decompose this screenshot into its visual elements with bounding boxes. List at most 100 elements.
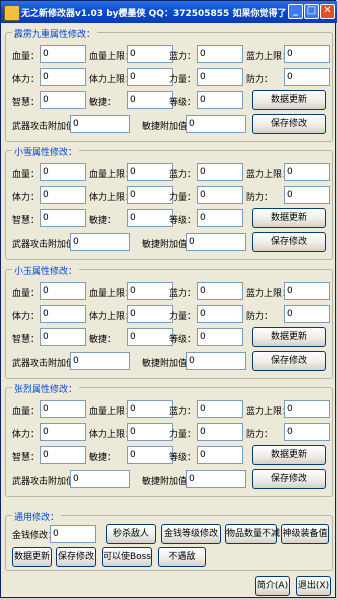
exit-button[interactable]: 退出(X)	[296, 576, 331, 596]
def-label: 防力：	[246, 430, 274, 440]
mp-label: 蓝力：	[169, 289, 197, 299]
def-input[interactable]	[284, 423, 330, 441]
int-input[interactable]	[40, 328, 86, 346]
hp-input[interactable]	[40, 45, 86, 63]
about-button[interactable]: 简介(A)	[255, 576, 290, 596]
kill-enemy-button[interactable]: 秒杀敌人	[106, 524, 156, 544]
group-title: 通用修改：	[12, 510, 62, 523]
agi-bonus-input[interactable]	[186, 352, 246, 370]
str-input[interactable]	[197, 68, 243, 86]
mp-input[interactable]	[197, 45, 243, 63]
body-input[interactable]	[40, 186, 86, 204]
int-label: 智慧：	[12, 335, 40, 345]
int-input[interactable]	[40, 209, 86, 227]
item-count-button[interactable]: 物品数量不减	[225, 524, 280, 544]
close-button[interactable]: ✕	[320, 4, 335, 19]
body-max-input[interactable]	[127, 68, 173, 86]
group-zhanglie: 张烈属性修改：血量：血量上限：蓝力：蓝力上限：体力：体力上限：力量：防力：智慧：…	[5, 382, 333, 497]
no-encounter-button[interactable]: 不遇敌	[158, 547, 206, 567]
weapon-input[interactable]	[70, 352, 130, 370]
hp-max-input[interactable]	[127, 163, 173, 181]
agi-label: 敏捷：	[89, 98, 117, 108]
mp-label: 蓝力：	[169, 52, 197, 62]
hp-input[interactable]	[40, 400, 86, 418]
agi-input[interactable]	[127, 209, 173, 227]
body-input[interactable]	[40, 68, 86, 86]
str-label: 力量：	[169, 75, 197, 85]
save-button[interactable]: 保存修改	[252, 469, 326, 489]
hp-label: 血量：	[12, 170, 40, 180]
hp-max-input[interactable]	[127, 282, 173, 300]
mp-input[interactable]	[197, 282, 243, 300]
app-window: 无之新修改器v1.03 by樱墨侠 QQ：372505855 如果你觉得了BUG…	[0, 0, 337, 598]
money-input[interactable]	[50, 525, 96, 543]
int-input[interactable]	[40, 91, 86, 109]
mp-label: 蓝力：	[169, 407, 197, 417]
level-input[interactable]	[197, 209, 243, 227]
mp-input[interactable]	[197, 400, 243, 418]
save-button[interactable]: 保存修改	[252, 114, 326, 134]
def-input[interactable]	[284, 305, 330, 323]
hp-label: 血量：	[12, 52, 40, 62]
str-label: 力量：	[169, 430, 197, 440]
update-button[interactable]: 数据更新	[252, 208, 326, 228]
level-input[interactable]	[197, 328, 243, 346]
save-button[interactable]: 保存修改	[252, 351, 326, 371]
weapon-input[interactable]	[70, 470, 130, 488]
def-input[interactable]	[284, 186, 330, 204]
app-icon	[4, 5, 20, 21]
weapon-input[interactable]	[70, 233, 130, 251]
agi-label: 敏捷：	[89, 335, 117, 345]
body-input[interactable]	[40, 305, 86, 323]
def-input[interactable]	[284, 68, 330, 86]
boss-button[interactable]: 可以使Boss	[102, 547, 152, 567]
str-label: 力量：	[169, 312, 197, 322]
update-button[interactable]: 数据更新	[252, 445, 326, 465]
god-equip-button[interactable]: 神级装备值	[281, 524, 329, 544]
agi-bonus-input[interactable]	[186, 233, 246, 251]
agi-bonus-input[interactable]	[186, 470, 246, 488]
body-max-input[interactable]	[127, 305, 173, 323]
agi-input[interactable]	[127, 446, 173, 464]
body-label: 体力：	[12, 312, 40, 322]
mp-max-input[interactable]	[284, 282, 330, 300]
update-button[interactable]: 数据更新	[252, 90, 326, 110]
group-jiuchong: 霹雳九重属性修改：血量：血量上限：蓝力：蓝力上限：体力：体力上限：力量：防力：智…	[5, 27, 333, 142]
weapon-input[interactable]	[70, 115, 130, 133]
general-save-button[interactable]: 保存修改	[56, 547, 96, 567]
lvl-label: 等级：	[169, 98, 197, 108]
str-input[interactable]	[197, 305, 243, 323]
minimize-button[interactable]: _	[288, 4, 303, 19]
hp-label: 血量：	[12, 407, 40, 417]
save-button[interactable]: 保存修改	[252, 232, 326, 252]
str-input[interactable]	[197, 423, 243, 441]
level-input[interactable]	[197, 446, 243, 464]
agi-input[interactable]	[127, 328, 173, 346]
group-title: 张烈属性修改：	[12, 382, 80, 395]
body-label: 体力：	[12, 193, 40, 203]
money-level-button[interactable]: 金钱等级修改	[161, 524, 221, 544]
agi-input[interactable]	[127, 91, 173, 109]
body-input[interactable]	[40, 423, 86, 441]
mp-max-input[interactable]	[284, 45, 330, 63]
general-update-button[interactable]: 数据更新	[12, 547, 52, 567]
hp-input[interactable]	[40, 163, 86, 181]
group-xiaoxue: 小雪属性修改：血量：血量上限：蓝力：蓝力上限：体力：体力上限：力量：防力：智慧：…	[5, 145, 333, 260]
hp-max-input[interactable]	[127, 400, 173, 418]
mp-max-input[interactable]	[284, 163, 330, 181]
body-max-input[interactable]	[127, 423, 173, 441]
hp-input[interactable]	[40, 282, 86, 300]
mp-input[interactable]	[197, 163, 243, 181]
maximize-button[interactable]: □	[304, 4, 319, 19]
level-input[interactable]	[197, 91, 243, 109]
agi-bonus-input[interactable]	[186, 115, 246, 133]
mp-max-input[interactable]	[284, 400, 330, 418]
body-max-input[interactable]	[127, 186, 173, 204]
update-button[interactable]: 数据更新	[252, 327, 326, 347]
hp-max-input[interactable]	[127, 45, 173, 63]
group-general: 通用修改： 金钱修改： 秒杀敌人 金钱等级修改 物品数量不减 神级装备值 数据更…	[5, 510, 333, 571]
str-label: 力量：	[169, 193, 197, 203]
agi-label: 敏捷：	[89, 216, 117, 226]
int-input[interactable]	[40, 446, 86, 464]
str-input[interactable]	[197, 186, 243, 204]
